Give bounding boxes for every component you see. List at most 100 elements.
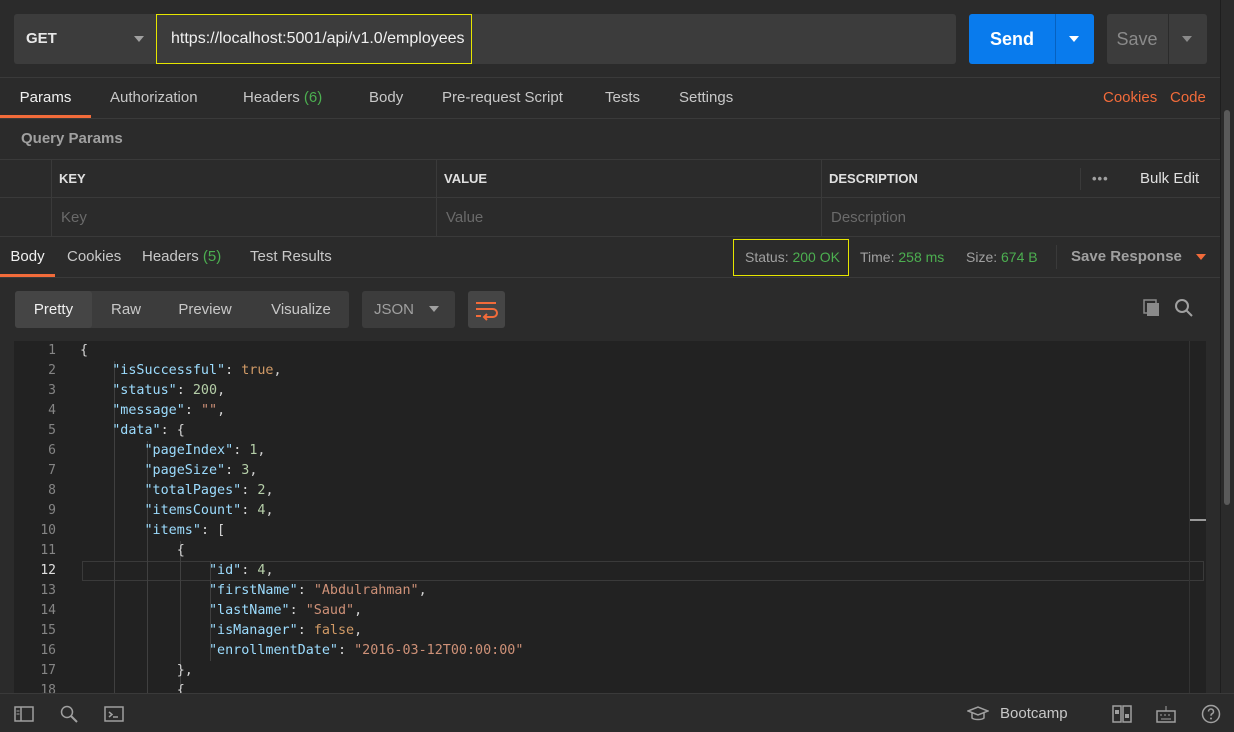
code-line: "status": 200, <box>112 383 226 398</box>
line-number-gutter: 1 2 3 4 5 6 7 8 9 10 11 12 13 14 15 16 17 18 <box>14 341 68 693</box>
value-column-header: VALUE <box>444 171 488 186</box>
bootcamp-link[interactable]: Bootcamp <box>1000 694 1068 732</box>
help-icon[interactable] <box>1201 704 1221 724</box>
status-value: 200 OK <box>792 249 840 265</box>
save-divider <box>1168 14 1169 64</box>
method-select[interactable]: GET <box>14 14 156 64</box>
code-line: "totalPages": 2, <box>144 483 274 498</box>
tab-params[interactable]: Params <box>0 78 91 118</box>
cookies-link[interactable]: Cookies <box>1103 78 1157 118</box>
copy-icon[interactable] <box>1142 298 1162 318</box>
status-bar: Bootcamp <box>0 693 1234 732</box>
save-response-button[interactable]: Save Response <box>1071 237 1207 277</box>
value-input[interactable]: Value <box>446 199 483 237</box>
wrap-icon <box>476 302 498 321</box>
line-number: 18 <box>40 683 56 693</box>
tab-authorization[interactable]: Authorization <box>110 78 198 118</box>
response-size: Size: 674 B <box>966 249 1038 265</box>
line-number: 4 <box>48 403 56 418</box>
line-number: 11 <box>40 543 56 558</box>
key-input[interactable]: Key <box>61 199 87 237</box>
save-label: Save <box>1116 29 1158 49</box>
line-number: 16 <box>40 643 56 658</box>
line-number: 12 <box>40 563 56 578</box>
column-divider <box>821 160 822 237</box>
tab-headers[interactable]: Headers (6) <box>243 78 322 118</box>
more-options-icon[interactable]: ••• <box>1092 160 1109 198</box>
divider <box>1056 245 1057 269</box>
format-label: JSON <box>374 301 415 318</box>
column-divider <box>51 160 52 237</box>
code-line: "isSuccessful": true, <box>112 363 282 378</box>
key-column-header: KEY <box>59 171 86 186</box>
line-number: 15 <box>40 623 56 638</box>
query-params-title: Query Params <box>21 130 123 147</box>
tab-tests[interactable]: Tests <box>605 78 640 118</box>
line-number: 14 <box>40 603 56 618</box>
code-line: "data": { <box>112 423 185 438</box>
line-number: 3 <box>48 383 56 398</box>
response-tabs: Body Cookies Headers (5) Test Results St… <box>0 237 1220 278</box>
save-button[interactable]: Save <box>1107 14 1207 64</box>
console-icon[interactable] <box>104 704 124 724</box>
method-label: GET <box>26 30 57 47</box>
tab-body[interactable]: Body <box>369 78 403 118</box>
code-line: "lastName": "Saud", <box>209 603 363 618</box>
tab-test-results[interactable]: Test Results <box>250 237 332 277</box>
tab-response-cookies[interactable]: Cookies <box>67 237 121 277</box>
view-pretty[interactable]: Pretty <box>15 291 92 328</box>
send-divider <box>1055 14 1056 64</box>
find-icon[interactable] <box>59 704 79 724</box>
status-badge: Status: 200 OK <box>733 239 849 276</box>
code-link[interactable]: Code <box>1170 78 1206 118</box>
line-number: 9 <box>48 503 56 518</box>
response-body-editor[interactable]: 1 2 3 4 5 6 7 8 9 10 11 12 13 14 15 16 17 18 { "isSuccess… <box>14 341 1206 693</box>
tab-response-headers[interactable]: Headers (5) <box>142 237 221 277</box>
line-number: 8 <box>48 483 56 498</box>
tab-pre-request-script[interactable]: Pre-request Script <box>442 78 563 118</box>
code-line: "id": 4, <box>209 563 274 578</box>
chevron-down-icon <box>134 36 144 42</box>
search-icon[interactable] <box>1174 298 1194 318</box>
column-divider <box>436 160 437 237</box>
tab-response-body[interactable]: Body <box>0 237 55 277</box>
chevron-down-icon <box>1196 254 1207 261</box>
two-pane-view-icon[interactable] <box>1112 704 1132 724</box>
sidebar-toggle-icon[interactable] <box>14 704 34 724</box>
code-line: "firstName": "Abdulrahman", <box>209 583 427 598</box>
code-line: { <box>80 343 89 358</box>
description-column-header: DESCRIPTION <box>829 171 918 186</box>
send-label: Send <box>989 29 1034 49</box>
editor-minimap[interactable] <box>1189 341 1206 693</box>
tab-settings[interactable]: Settings <box>679 78 733 118</box>
send-button[interactable]: Send <box>969 14 1094 64</box>
wrap-lines-button[interactable] <box>468 291 505 328</box>
view-raw[interactable]: Raw <box>96 291 156 328</box>
bulk-edit-link[interactable]: Bulk Edit <box>1140 160 1199 198</box>
line-number: 7 <box>48 463 56 478</box>
line-number: 17 <box>40 663 56 678</box>
body-view-switcher: Pretty Raw Preview Visualize <box>15 291 349 328</box>
headers-count: (6) <box>303 89 323 106</box>
code-line: "enrollmentDate": "2016-03-12T00:00:00" <box>209 643 524 658</box>
minimap-marker <box>1190 519 1206 521</box>
column-divider <box>1080 168 1081 190</box>
description-input[interactable]: Description <box>831 199 906 237</box>
url-input[interactable]: https://localhost:5001/api/v1.0/employee… <box>156 14 472 64</box>
code-line: { <box>176 543 185 558</box>
chevron-down-icon <box>429 306 439 312</box>
line-number: 5 <box>48 423 56 438</box>
graduation-cap-icon <box>967 704 989 724</box>
code-line: }, <box>176 663 193 678</box>
scrollbar-thumb[interactable] <box>1224 110 1230 505</box>
code-line: "message": "", <box>112 403 226 418</box>
format-select[interactable]: JSON <box>362 291 455 328</box>
code-line: "isManager": false, <box>209 623 363 638</box>
view-preview[interactable]: Preview <box>163 291 247 328</box>
keyboard-shortcuts-icon[interactable] <box>1156 704 1176 724</box>
send-options-chevron-icon[interactable] <box>1069 36 1079 42</box>
params-header-row <box>0 160 1220 198</box>
save-options-chevron-icon[interactable] <box>1182 36 1192 42</box>
response-time: Time: 258 ms <box>860 249 945 265</box>
view-visualize[interactable]: Visualize <box>257 291 345 328</box>
